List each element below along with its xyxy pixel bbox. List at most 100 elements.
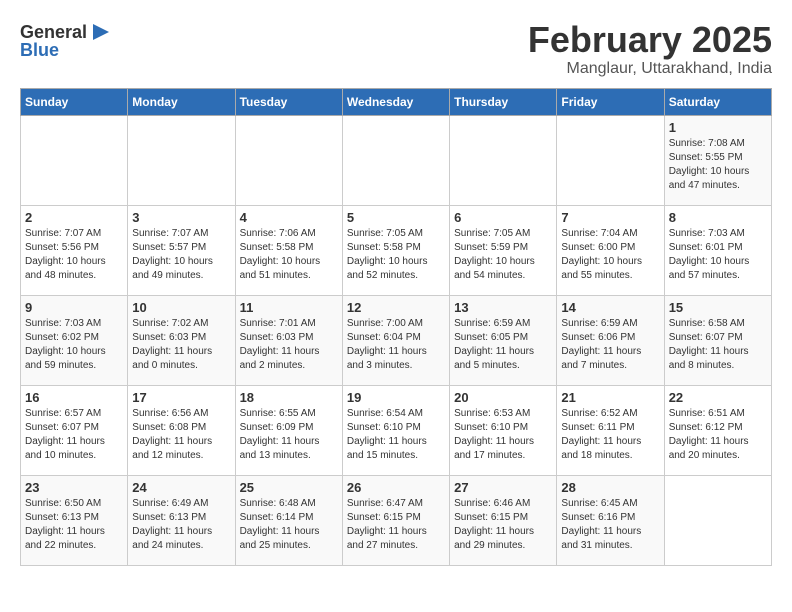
day-info: Sunrise: 6:57 AM Sunset: 6:07 PM Dayligh… [25, 407, 123, 463]
calendar-body: 1Sunrise: 7:08 AM Sunset: 5:55 PM Daylig… [21, 115, 772, 565]
logo: General Blue [20, 20, 113, 61]
calendar-cell: 14Sunrise: 6:59 AM Sunset: 6:06 PM Dayli… [557, 295, 664, 385]
day-number: 13 [454, 300, 552, 315]
day-number: 23 [25, 480, 123, 495]
day-number: 15 [669, 300, 767, 315]
calendar-cell: 5 Sunrise: 7:05 AM Sunset: 5:58 PM Daylig… [342, 205, 449, 295]
location-title: Manglaur, Uttarakhand, India [528, 60, 772, 78]
title-block: February 2025 Manglaur, Uttarakhand, Ind… [528, 20, 772, 78]
calendar-cell: 15 Sunrise: 6:58 AM Sunset: 6:07 PM Dayli… [664, 295, 771, 385]
day-number: 25 [240, 480, 338, 495]
day-info: Sunrise: 6:49 AM Sunset: 6:13 PM Dayligh… [132, 497, 230, 553]
day-info: Sunrise: 7:05 AM Sunset: 5:59 PM Dayligh… [454, 227, 552, 283]
calendar-cell [342, 115, 449, 205]
calendar-cell: 12 Sunrise: 7:00 AM Sunset: 6:04 PM Dayli… [342, 295, 449, 385]
calendar-header-cell: Thursday [450, 88, 557, 115]
day-info: Sunrise: 6:45 AM Sunset: 6:16 PM Dayligh… [561, 497, 659, 553]
calendar-cell: 13 Sunrise: 6:59 AM Sunset: 6:05 PM Dayli… [450, 295, 557, 385]
calendar-week-row: 23Sunrise: 6:50 AM Sunset: 6:13 PM Dayli… [21, 475, 772, 565]
day-number: 6 [454, 210, 552, 225]
day-info: Sunrise: 6:54 AM Sunset: 6:10 PM Dayligh… [347, 407, 445, 463]
day-info: Sunrise: 7:06 AM Sunset: 5:58 PM Dayligh… [240, 227, 338, 283]
calendar-cell [128, 115, 235, 205]
day-info: Sunrise: 7:07 AM Sunset: 5:56 PM Dayligh… [25, 227, 123, 283]
day-number: 16 [25, 390, 123, 405]
calendar-cell [235, 115, 342, 205]
calendar-cell: 7 Sunrise: 7:04 AM Sunset: 6:00 PM Daylig… [557, 205, 664, 295]
calendar-cell [557, 115, 664, 205]
calendar-cell: 23Sunrise: 6:50 AM Sunset: 6:13 PM Dayli… [21, 475, 128, 565]
calendar-header-cell: Tuesday [235, 88, 342, 115]
day-number: 10 [132, 300, 230, 315]
day-number: 18 [240, 390, 338, 405]
day-number: 21 [561, 390, 659, 405]
day-number: 24 [132, 480, 230, 495]
day-info: Sunrise: 6:46 AM Sunset: 6:15 PM Dayligh… [454, 497, 552, 553]
day-info: Sunrise: 6:55 AM Sunset: 6:09 PM Dayligh… [240, 407, 338, 463]
calendar-header-cell: Monday [128, 88, 235, 115]
calendar-week-row: 2 Sunrise: 7:07 AM Sunset: 5:56 PM Daylig… [21, 205, 772, 295]
calendar-cell: 4 Sunrise: 7:06 AM Sunset: 5:58 PM Daylig… [235, 205, 342, 295]
day-info: Sunrise: 7:00 AM Sunset: 6:04 PM Dayligh… [347, 317, 445, 373]
calendar-cell: 11 Sunrise: 7:01 AM Sunset: 6:03 PM Dayli… [235, 295, 342, 385]
day-number: 9 [25, 300, 123, 315]
calendar-header-cell: Friday [557, 88, 664, 115]
day-info: Sunrise: 6:53 AM Sunset: 6:10 PM Dayligh… [454, 407, 552, 463]
day-number: 2 [25, 210, 123, 225]
day-number: 1 [669, 120, 767, 135]
day-number: 14 [561, 300, 659, 315]
day-number: 27 [454, 480, 552, 495]
calendar-cell: 17 Sunrise: 6:56 AM Sunset: 6:08 PM Dayli… [128, 385, 235, 475]
day-number: 7 [561, 210, 659, 225]
day-info: Sunrise: 6:56 AM Sunset: 6:08 PM Dayligh… [132, 407, 230, 463]
calendar-cell [450, 115, 557, 205]
calendar-cell: 18 Sunrise: 6:55 AM Sunset: 6:09 PM Dayli… [235, 385, 342, 475]
calendar-cell: 1Sunrise: 7:08 AM Sunset: 5:55 PM Daylig… [664, 115, 771, 205]
calendar-table: SundayMondayTuesdayWednesdayThursdayFrid… [20, 88, 772, 566]
calendar-week-row: 9 Sunrise: 7:03 AM Sunset: 6:02 PM Daylig… [21, 295, 772, 385]
day-number: 22 [669, 390, 767, 405]
calendar-cell: 22 Sunrise: 6:51 AM Sunset: 6:12 PM Dayli… [664, 385, 771, 475]
calendar-header-cell: Sunday [21, 88, 128, 115]
calendar-cell: 25 Sunrise: 6:48 AM Sunset: 6:14 PM Dayli… [235, 475, 342, 565]
day-number: 11 [240, 300, 338, 315]
calendar-cell: 10Sunrise: 7:02 AM Sunset: 6:03 PM Dayli… [128, 295, 235, 385]
calendar-cell: 21 Sunrise: 6:52 AM Sunset: 6:11 PM Dayli… [557, 385, 664, 475]
logo-blue: Blue [20, 40, 59, 61]
day-number: 28 [561, 480, 659, 495]
calendar-cell: 24 Sunrise: 6:49 AM Sunset: 6:13 PM Dayli… [128, 475, 235, 565]
calendar-header-cell: Saturday [664, 88, 771, 115]
day-number: 12 [347, 300, 445, 315]
day-number: 8 [669, 210, 767, 225]
day-info: Sunrise: 7:04 AM Sunset: 6:00 PM Dayligh… [561, 227, 659, 283]
calendar-cell: 19 Sunrise: 6:54 AM Sunset: 6:10 PM Dayli… [342, 385, 449, 475]
month-title: February 2025 [528, 20, 772, 60]
calendar-cell: 28 Sunrise: 6:45 AM Sunset: 6:16 PM Dayli… [557, 475, 664, 565]
calendar-cell: 8Sunrise: 7:03 AM Sunset: 6:01 PM Daylig… [664, 205, 771, 295]
day-number: 19 [347, 390, 445, 405]
day-info: Sunrise: 7:03 AM Sunset: 6:02 PM Dayligh… [25, 317, 123, 373]
day-info: Sunrise: 7:07 AM Sunset: 5:57 PM Dayligh… [132, 227, 230, 283]
day-number: 4 [240, 210, 338, 225]
day-info: Sunrise: 7:01 AM Sunset: 6:03 PM Dayligh… [240, 317, 338, 373]
calendar-week-row: 1Sunrise: 7:08 AM Sunset: 5:55 PM Daylig… [21, 115, 772, 205]
day-info: Sunrise: 6:48 AM Sunset: 6:14 PM Dayligh… [240, 497, 338, 553]
calendar-header-row: SundayMondayTuesdayWednesdayThursdayFrid… [21, 88, 772, 115]
day-info: Sunrise: 7:05 AM Sunset: 5:58 PM Dayligh… [347, 227, 445, 283]
calendar-week-row: 16 Sunrise: 6:57 AM Sunset: 6:07 PM Dayli… [21, 385, 772, 475]
day-number: 20 [454, 390, 552, 405]
calendar-cell [21, 115, 128, 205]
day-info: Sunrise: 6:59 AM Sunset: 6:05 PM Dayligh… [454, 317, 552, 373]
calendar-cell: 20 Sunrise: 6:53 AM Sunset: 6:10 PM Dayli… [450, 385, 557, 475]
day-info: Sunrise: 6:51 AM Sunset: 6:12 PM Dayligh… [669, 407, 767, 463]
calendar-cell: 6 Sunrise: 7:05 AM Sunset: 5:59 PM Daylig… [450, 205, 557, 295]
day-number: 17 [132, 390, 230, 405]
calendar-cell: 2 Sunrise: 7:07 AM Sunset: 5:56 PM Daylig… [21, 205, 128, 295]
calendar-cell: 3Sunrise: 7:07 AM Sunset: 5:57 PM Daylig… [128, 205, 235, 295]
day-number: 5 [347, 210, 445, 225]
day-info: Sunrise: 6:58 AM Sunset: 6:07 PM Dayligh… [669, 317, 767, 373]
day-info: Sunrise: 6:52 AM Sunset: 6:11 PM Dayligh… [561, 407, 659, 463]
calendar-cell: 27 Sunrise: 6:46 AM Sunset: 6:15 PM Dayli… [450, 475, 557, 565]
calendar-cell [664, 475, 771, 565]
calendar-header-cell: Wednesday [342, 88, 449, 115]
